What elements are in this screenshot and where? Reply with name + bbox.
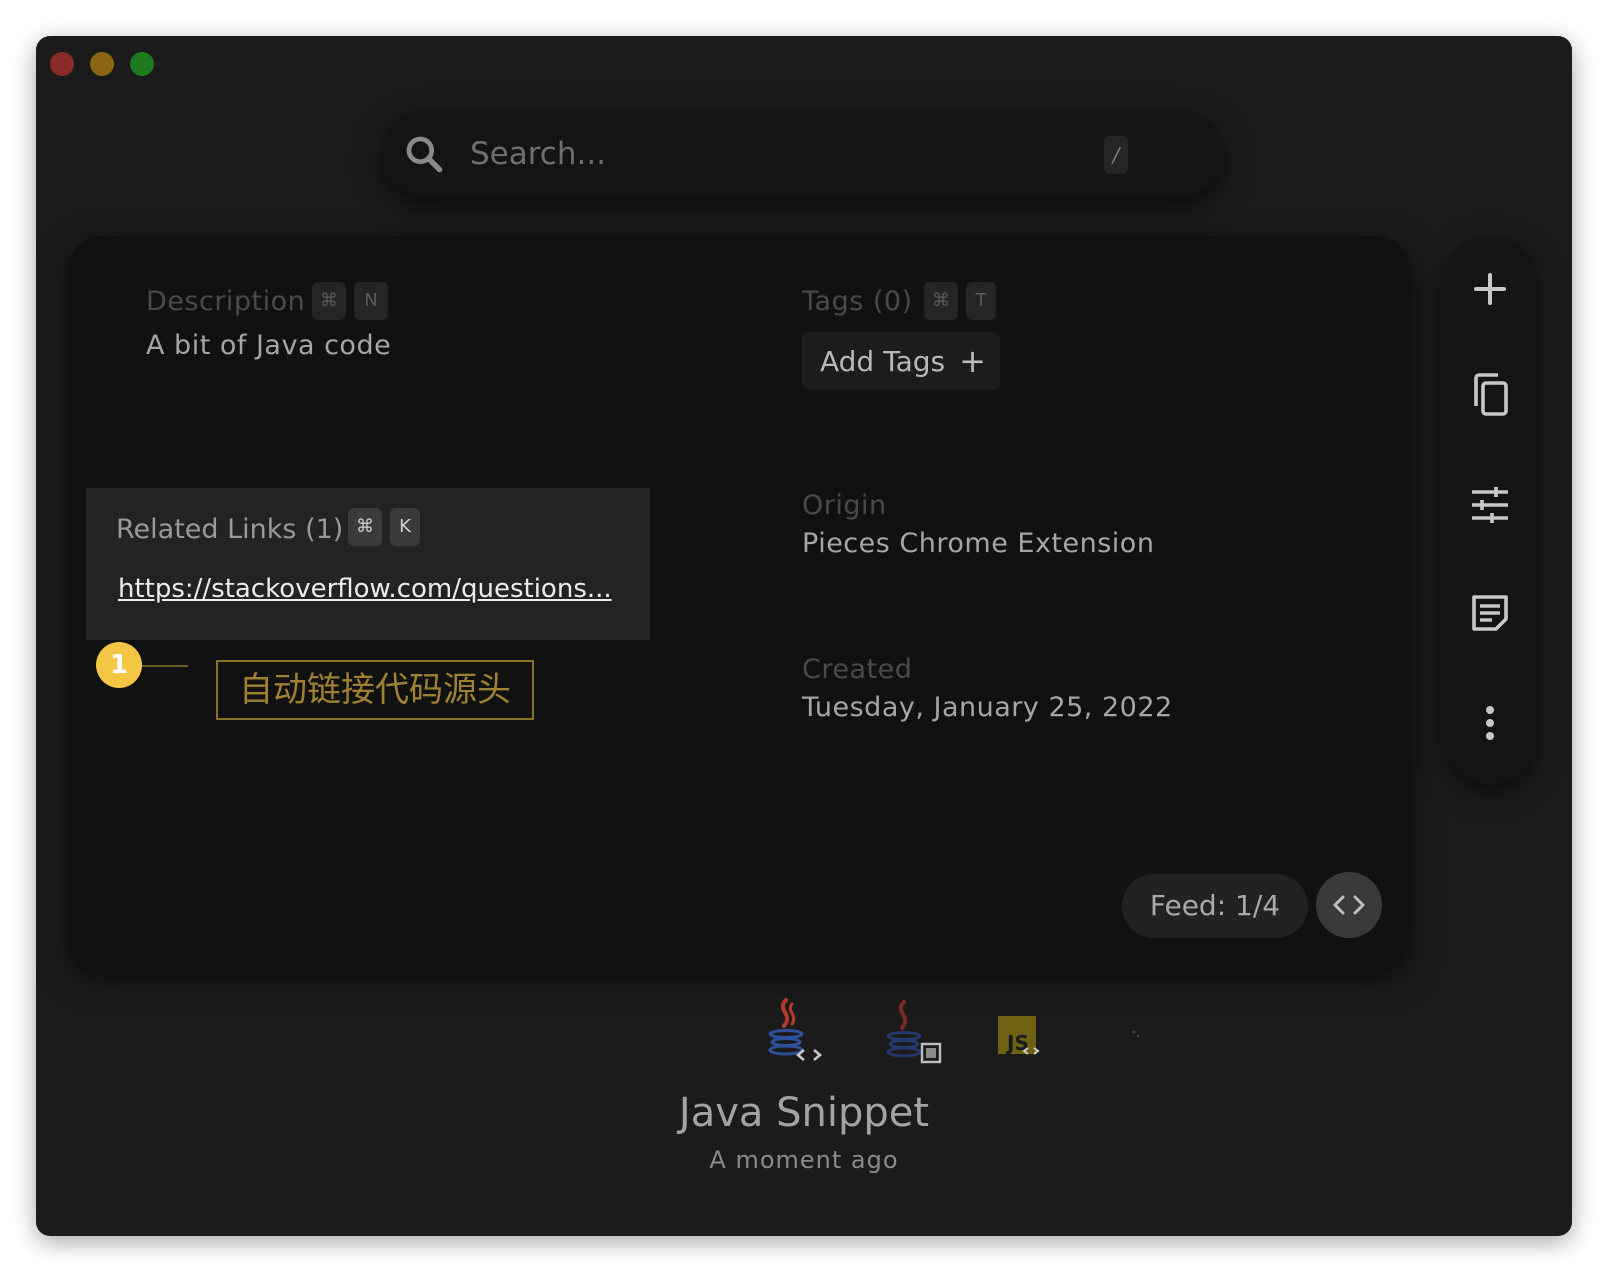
blank-format[interactable] bbox=[1112, 994, 1178, 1066]
search-icon bbox=[406, 136, 443, 173]
origin-value: Pieces Chrome Extension bbox=[802, 528, 1155, 559]
related-links-panel: Related Links (1) ⌘ K https://stackoverf… bbox=[86, 488, 650, 640]
plus-icon bbox=[1474, 273, 1506, 305]
more-vertical-icon bbox=[1486, 706, 1494, 740]
related-links-k-key: K bbox=[390, 508, 420, 546]
description-n-key: N bbox=[354, 282, 388, 320]
javascript-code-format[interactable]: JS bbox=[994, 994, 1060, 1066]
code-brackets-icon bbox=[1333, 895, 1365, 915]
copy-button[interactable] bbox=[1467, 372, 1513, 418]
notes-button[interactable] bbox=[1467, 590, 1513, 636]
origin-label: Origin bbox=[802, 490, 887, 521]
note-icon bbox=[1472, 595, 1508, 631]
tune-icon bbox=[1472, 487, 1508, 523]
copy-icon bbox=[1474, 373, 1508, 416]
plus-icon: + bbox=[959, 342, 986, 380]
zoom-window-button[interactable] bbox=[130, 52, 154, 76]
related-links-label: Related Links (1) bbox=[116, 514, 344, 545]
related-link-url[interactable]: https://stackoverflow.com/questions... bbox=[118, 574, 612, 604]
add-tags-label: Add Tags bbox=[820, 344, 946, 378]
search-input[interactable] bbox=[468, 128, 1072, 180]
annotation-number-badge: 1 bbox=[96, 642, 142, 688]
snippet-details-card: Description ⌘ N A bit of Java code Tags … bbox=[68, 236, 1410, 972]
feed-indicator-button[interactable]: Feed: 1/4 bbox=[1122, 874, 1308, 938]
related-links-cmd-key: ⌘ bbox=[348, 508, 382, 546]
created-value: Tuesday, January 25, 2022 bbox=[802, 692, 1173, 723]
format-switcher: JS bbox=[756, 994, 1176, 1074]
add-tags-button[interactable]: Add Tags + bbox=[802, 332, 1000, 390]
minimize-window-button[interactable] bbox=[90, 52, 114, 76]
created-label: Created bbox=[802, 654, 913, 685]
annotation-label: 自动链接代码源头 bbox=[216, 660, 534, 720]
annotation-connector bbox=[142, 665, 188, 667]
tags-t-key: T bbox=[966, 282, 996, 320]
adjust-settings-button[interactable] bbox=[1467, 482, 1513, 528]
description-label: Description bbox=[146, 286, 306, 317]
tags-cmd-key: ⌘ bbox=[924, 282, 958, 320]
javascript-code-icon: JS bbox=[998, 1016, 1040, 1055]
search-bar[interactable]: / bbox=[382, 110, 1224, 196]
snippet-timestamp: A moment ago bbox=[709, 1146, 899, 1174]
app-window: / Description ⌘ N A bit of Java code Tag… bbox=[36, 36, 1572, 1236]
search-shortcut-key: / bbox=[1104, 136, 1128, 174]
description-value[interactable]: A bit of Java code bbox=[146, 330, 391, 361]
new-snippet-button[interactable] bbox=[1467, 266, 1513, 312]
tags-label: Tags (0) bbox=[802, 286, 913, 317]
close-window-button[interactable] bbox=[50, 52, 74, 76]
java-code-format[interactable] bbox=[756, 994, 823, 1066]
action-side-rail bbox=[1444, 236, 1536, 784]
more-options-button[interactable] bbox=[1467, 700, 1513, 746]
blank-format-icon bbox=[1132, 1030, 1139, 1037]
toggle-code-view-button[interactable] bbox=[1316, 872, 1382, 938]
java-screenshot-icon bbox=[886, 1000, 942, 1064]
traffic-lights bbox=[50, 52, 154, 76]
description-cmd-key: ⌘ bbox=[312, 282, 346, 320]
java-screenshot-format[interactable] bbox=[874, 994, 942, 1066]
java-code-icon bbox=[768, 998, 823, 1061]
snippet-title: Java Snippet bbox=[678, 1090, 930, 1136]
